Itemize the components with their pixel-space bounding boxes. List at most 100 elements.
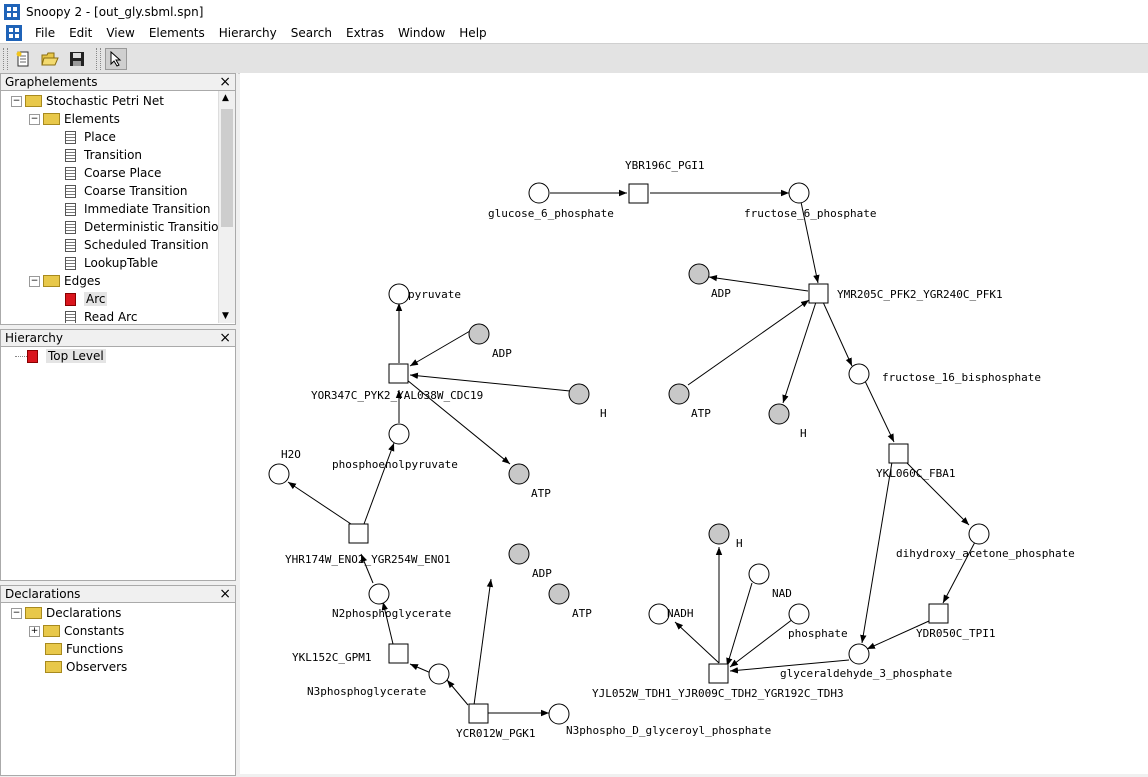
menu-file[interactable]: File	[28, 26, 62, 40]
place-n2phosphoglycerate[interactable]	[368, 583, 390, 605]
tree-item-read-arc[interactable]: Read Arc	[65, 308, 137, 323]
arc[interactable]	[287, 481, 352, 525]
label-eno: YHR174W_ENO2_YGR254W_ENO1	[285, 553, 451, 566]
transition-tdh[interactable]	[708, 663, 729, 684]
arc[interactable]	[363, 442, 395, 525]
place-h[interactable]	[708, 523, 730, 545]
place-nadh[interactable]	[648, 603, 670, 625]
menu-hierarchy[interactable]: Hierarchy	[212, 26, 284, 40]
arc[interactable]	[687, 299, 810, 386]
arc[interactable]	[409, 663, 432, 674]
document-menu-icon[interactable]	[6, 25, 22, 41]
place-n3phospho-d-glyceroyl-phosphate[interactable]	[548, 703, 570, 725]
tree-item-stochastic-petri-net[interactable]: − Stochastic Petri Net	[11, 92, 164, 110]
place-adp[interactable]	[508, 543, 530, 565]
place-h[interactable]	[568, 383, 590, 405]
place-n3phosphoglycerate[interactable]	[428, 663, 450, 685]
tree-item-deterministic-transition[interactable]: Deterministic Transition	[65, 218, 226, 236]
scroll-down-icon[interactable]: ▼	[222, 311, 229, 321]
tree-item-scheduled-transition[interactable]: Scheduled Transition	[65, 236, 209, 254]
place-atp[interactable]	[508, 463, 530, 485]
place-h2o[interactable]	[268, 463, 290, 485]
place-dihydroxy-acetone-phosphate[interactable]	[968, 523, 990, 545]
arc[interactable]	[409, 330, 471, 367]
select-pointer-button[interactable]	[105, 47, 127, 70]
tree-item-place[interactable]: Place	[65, 128, 116, 146]
menu-window[interactable]: Window	[391, 26, 452, 40]
collapse-icon[interactable]: −	[11, 607, 22, 619]
menu-extras[interactable]: Extras	[339, 26, 391, 40]
tree-item-observers[interactable]: Observers	[45, 658, 127, 676]
toolbar-grip-2[interactable]	[96, 47, 101, 70]
transition-pfk[interactable]	[808, 283, 829, 304]
tree-item-top-level[interactable]: Top Level	[27, 347, 106, 365]
arcs	[287, 189, 976, 717]
place-adp[interactable]	[688, 263, 710, 285]
close-icon[interactable]: ×	[219, 331, 231, 345]
label-fba: YKL060C_FBA1	[876, 467, 955, 480]
collapse-icon[interactable]: −	[11, 95, 22, 107]
menu-edit[interactable]: Edit	[62, 26, 99, 40]
expand-icon[interactable]: +	[29, 625, 40, 637]
arc[interactable]	[864, 380, 895, 443]
close-icon[interactable]: ×	[219, 587, 231, 601]
new-file-button[interactable]	[12, 48, 34, 70]
transition-eno[interactable]	[348, 523, 369, 544]
tree-item-transition[interactable]: Transition	[65, 146, 142, 164]
tree-item-immediate-transition[interactable]: Immediate Transition	[65, 200, 211, 218]
place-h[interactable]	[768, 403, 790, 425]
place-pyruvate[interactable]	[388, 283, 410, 305]
place-glyceraldehyde-3-phosphate[interactable]	[848, 643, 870, 665]
scroll-up-icon[interactable]: ▲	[222, 93, 229, 103]
place-adp[interactable]	[468, 323, 490, 345]
tree-item-arc[interactable]: Arc	[65, 290, 108, 308]
transition-gpm1[interactable]	[388, 643, 409, 664]
collapse-icon[interactable]: −	[29, 113, 40, 125]
tree-item-coarse-place[interactable]: Coarse Place	[65, 164, 161, 182]
label-nad: NAD	[772, 587, 792, 600]
place-fructose-16-bisphosphate[interactable]	[848, 363, 870, 385]
petri-net-graph[interactable]: YBR196C_PGI1 glucose_6_phosphate fructos…	[240, 73, 1148, 774]
tree-item-functions[interactable]: Functions	[45, 640, 123, 658]
place-phosphate[interactable]	[788, 603, 810, 625]
transition-pgi1[interactable]	[628, 183, 649, 204]
place-glucose-6-phosphate[interactable]	[528, 182, 550, 204]
tree-item-constants[interactable]: + Constants	[29, 622, 124, 640]
label-n3phosphoglycerate: N3phosphoglycerate	[307, 685, 426, 698]
place-nad[interactable]	[748, 563, 770, 585]
arc[interactable]	[674, 621, 720, 664]
tree-item-edges[interactable]: − Edges	[29, 272, 100, 290]
tree-item-coarse-transition[interactable]: Coarse Transition	[65, 182, 188, 200]
menu-search[interactable]: Search	[284, 26, 339, 40]
close-icon[interactable]: ×	[219, 75, 231, 89]
place-phosphoenolpyruvate[interactable]	[388, 423, 410, 445]
arc[interactable]	[860, 461, 893, 644]
arc[interactable]	[782, 301, 817, 404]
label-adp: ADP	[532, 567, 552, 580]
tree-item-declarations[interactable]: − Declarations	[11, 604, 121, 622]
menu-elements[interactable]: Elements	[142, 26, 212, 40]
place-fructose-6-phosphate[interactable]	[788, 182, 810, 204]
menu-help[interactable]: Help	[452, 26, 493, 40]
folder-open-icon	[25, 95, 42, 107]
menu-view[interactable]: View	[99, 26, 141, 40]
tree-item-lookuptable[interactable]: LookupTable	[65, 254, 158, 272]
tree-item-elements[interactable]: − Elements	[29, 110, 120, 128]
petri-net-canvas[interactable]: YBR196C_PGI1 glucose_6_phosphate fructos…	[240, 73, 1148, 774]
arc[interactable]	[473, 578, 494, 706]
collapse-icon[interactable]: −	[29, 275, 40, 287]
transition-pgk1[interactable]	[468, 703, 489, 724]
tree-item-label: Edges	[64, 274, 101, 288]
transition-tpi1[interactable]	[928, 603, 949, 624]
scroll-thumb[interactable]	[221, 109, 233, 227]
tree-scrollbar[interactable]: ▲ ▼	[218, 91, 235, 323]
transition-pyk[interactable]	[388, 363, 409, 384]
place-atp[interactable]	[548, 583, 570, 605]
transition-fba1[interactable]	[888, 443, 909, 464]
open-button[interactable]	[39, 48, 61, 70]
place-atp[interactable]	[668, 383, 690, 405]
save-button[interactable]	[66, 48, 88, 70]
arc[interactable]	[822, 301, 853, 367]
toolbar-grip[interactable]	[3, 47, 8, 70]
arc[interactable]	[446, 679, 469, 706]
